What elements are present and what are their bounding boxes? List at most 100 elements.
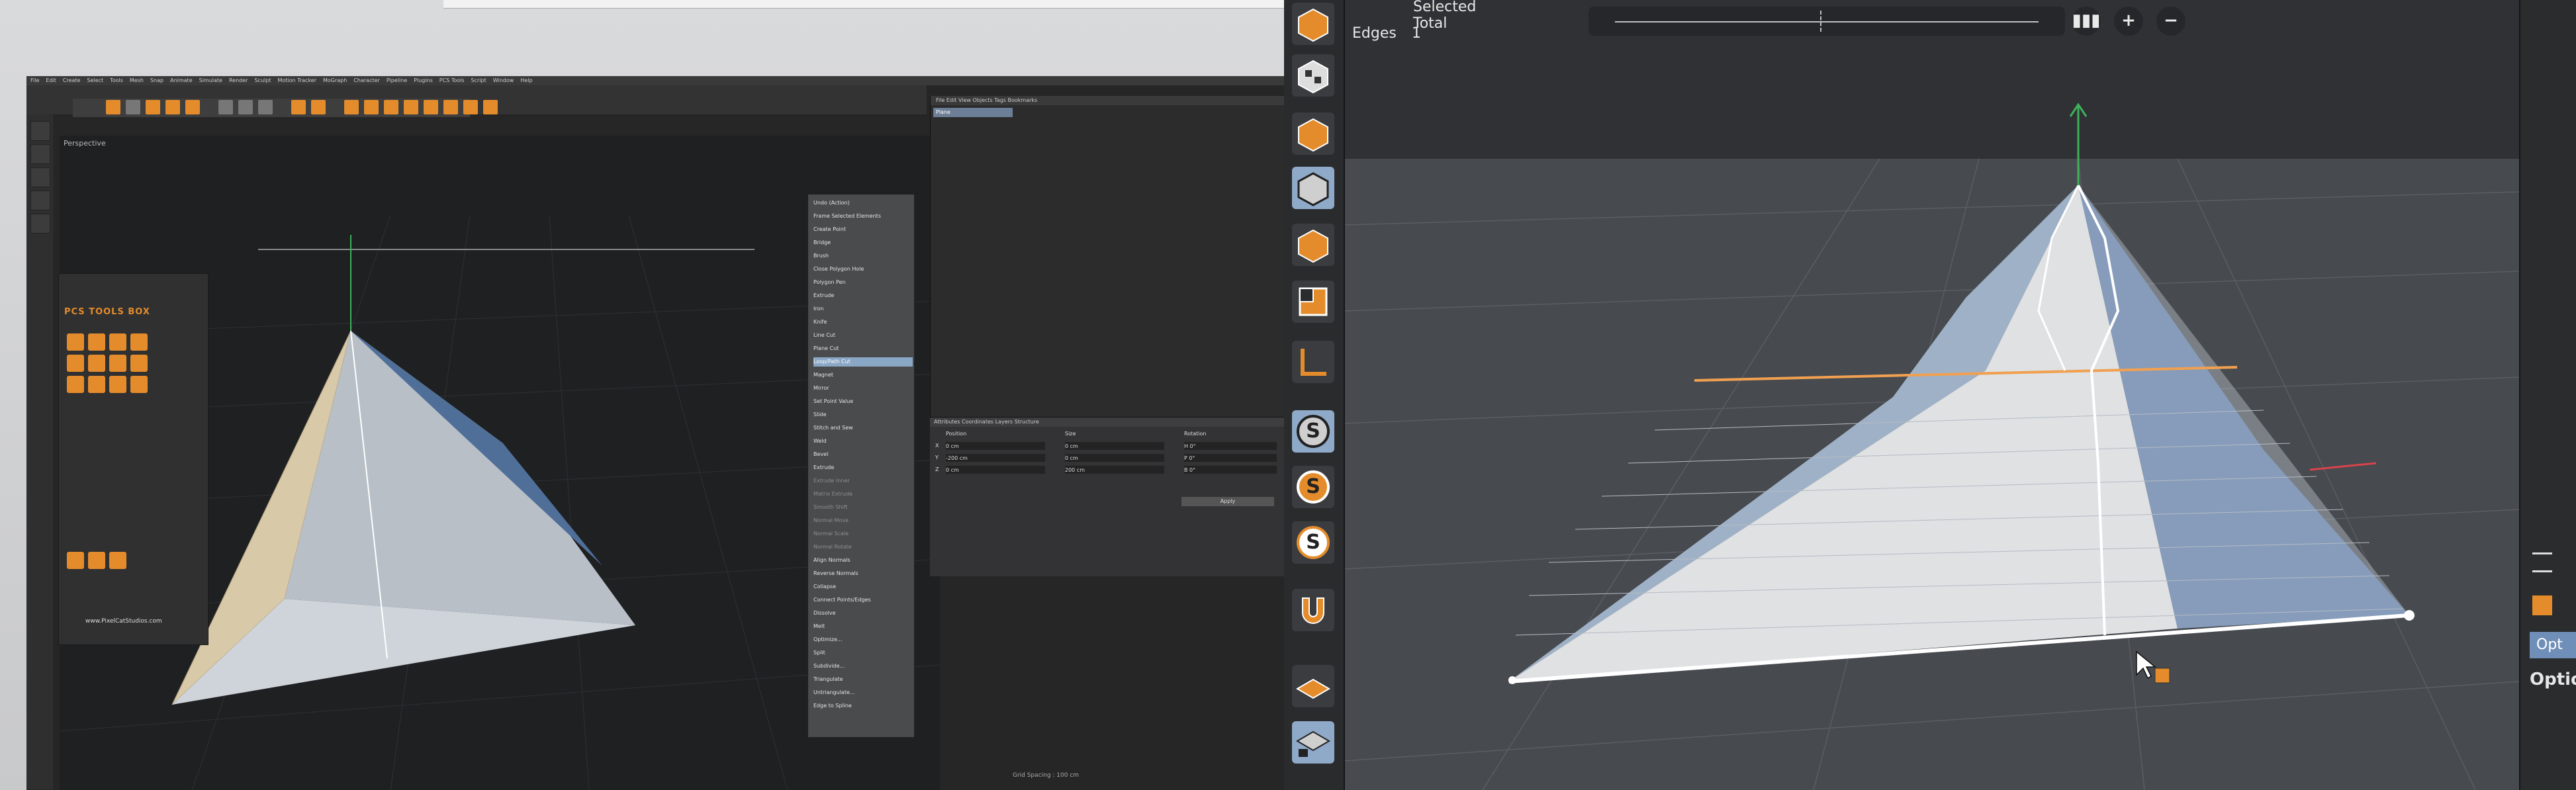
z-axis-icon[interactable] xyxy=(258,100,273,114)
context-menu-item[interactable]: Weld xyxy=(813,437,913,446)
menu-item[interactable]: Create xyxy=(63,77,81,83)
pcs-tool-icon[interactable] xyxy=(130,333,148,351)
menu-item[interactable]: Render xyxy=(229,77,248,83)
add-cut-button[interactable]: + xyxy=(2114,7,2143,36)
model-mode-icon[interactable] xyxy=(1292,3,1334,45)
context-menu-item[interactable]: Triangulate xyxy=(813,675,913,684)
rotation-p-field[interactable]: P 0° xyxy=(1184,454,1277,462)
magnet-icon[interactable] xyxy=(1292,589,1334,631)
menu-item[interactable]: Plugins xyxy=(414,77,433,83)
slider-handle[interactable] xyxy=(1820,11,1823,32)
pen-icon[interactable] xyxy=(364,100,379,114)
position-x-field[interactable]: 0 cm xyxy=(946,442,1045,450)
menu-item[interactable]: Motion Tracker xyxy=(277,77,316,83)
texture-mode-icon[interactable] xyxy=(30,144,50,164)
slider-track[interactable] xyxy=(1615,21,2039,22)
menu-item[interactable]: MoGraph xyxy=(323,77,347,83)
context-menu-item[interactable]: Undo (Action) xyxy=(813,198,913,208)
array-icon[interactable] xyxy=(404,100,418,114)
context-menu-item[interactable]: Connect Points/Edges xyxy=(813,595,913,605)
rotation-b-field[interactable]: B 0° xyxy=(1184,466,1277,474)
polygons-mode-icon[interactable] xyxy=(1292,224,1334,266)
position-z-field[interactable]: 0 cm xyxy=(946,466,1045,474)
menu-item[interactable]: Snap xyxy=(150,77,163,83)
rotation-h-field[interactable]: H 0° xyxy=(1184,442,1277,450)
y-axis-icon[interactable] xyxy=(238,100,253,114)
size-z-field[interactable]: 200 cm xyxy=(1065,466,1164,474)
render-view-icon[interactable] xyxy=(291,100,306,114)
context-menu-item[interactable]: Collapse xyxy=(813,582,913,592)
scale-icon[interactable] xyxy=(165,100,180,114)
cube-icon[interactable] xyxy=(344,100,359,114)
menu-item[interactable]: Pipeline xyxy=(387,77,407,83)
deformer-icon[interactable] xyxy=(424,100,438,114)
context-menu-item[interactable]: Optimize... xyxy=(813,635,913,644)
edge-point[interactable] xyxy=(2404,610,2415,621)
menu-item[interactable]: Help xyxy=(520,77,532,83)
model-mode-icon[interactable] xyxy=(30,121,50,141)
undo-icon[interactable] xyxy=(106,100,120,114)
context-menu-item[interactable]: Normal Rotate xyxy=(813,543,913,552)
pcs-tool-icon[interactable] xyxy=(67,355,84,372)
context-menu-item[interactable]: Create Point xyxy=(813,225,913,234)
snap-icon[interactable]: S xyxy=(1292,466,1334,508)
context-menu-item[interactable]: Close Polygon Hole xyxy=(813,265,913,274)
options-tab[interactable]: Opt xyxy=(2530,632,2576,658)
remove-cut-button[interactable]: − xyxy=(2156,7,2185,36)
pcs-website-link[interactable]: www.PixelCatStudios.com xyxy=(85,618,162,625)
live-select-icon[interactable] xyxy=(126,100,140,114)
size-y-field[interactable]: 0 cm xyxy=(1065,454,1164,462)
workplane-icon[interactable] xyxy=(1292,665,1334,707)
locked-workplane-icon[interactable] xyxy=(1292,721,1334,764)
hamburger-menu-icon[interactable] xyxy=(2532,552,2552,572)
render-pv-icon[interactable] xyxy=(311,100,326,114)
context-menu-item[interactable]: Dissolve xyxy=(813,609,913,618)
context-menu-item[interactable]: Reverse Normals xyxy=(813,569,913,578)
menu-item[interactable]: File xyxy=(30,77,39,83)
context-menu-item[interactable]: Line Cut xyxy=(813,331,913,340)
context-menu-item[interactable]: Brush xyxy=(813,251,913,261)
context-menu-item[interactable]: Extrude xyxy=(813,291,913,300)
texture-mode-icon[interactable] xyxy=(1292,54,1334,97)
points-mode-icon[interactable] xyxy=(1292,112,1334,155)
context-menu-item[interactable]: Extrude Inner xyxy=(813,476,913,486)
context-menu-item[interactable]: Split xyxy=(813,648,913,658)
edge-point[interactable] xyxy=(1508,676,1516,684)
context-menu-item[interactable]: Loop/Path Cut xyxy=(813,357,913,367)
context-menu-item[interactable]: Bevel xyxy=(813,450,913,459)
pcs-tool-icon[interactable] xyxy=(109,552,126,569)
context-menu-item[interactable]: Subdivide... xyxy=(813,662,913,671)
axis-mode-icon[interactable] xyxy=(1292,341,1334,383)
menu-item[interactable]: Simulate xyxy=(199,77,222,83)
apply-button[interactable]: Apply xyxy=(1181,497,1274,506)
position-y-field[interactable]: -200 cm xyxy=(946,454,1045,462)
context-menu-item[interactable]: Melt xyxy=(813,622,913,631)
menu-item[interactable]: Select xyxy=(87,77,103,83)
context-menu-item[interactable]: Extrude xyxy=(813,463,913,472)
move-icon[interactable] xyxy=(146,100,160,114)
slider-mode-button[interactable]: ▮▮▮ xyxy=(2072,7,2101,36)
pcs-tool-icon[interactable] xyxy=(109,333,126,351)
context-menu-item[interactable]: Mirror xyxy=(813,384,913,393)
context-menu-item[interactable]: Normal Move xyxy=(813,516,913,525)
x-axis-icon[interactable] xyxy=(218,100,233,114)
menu-item[interactable]: Sculpt xyxy=(254,77,271,83)
pcs-tool-icon[interactable] xyxy=(88,355,105,372)
context-menu-item[interactable]: Slide xyxy=(813,410,913,419)
context-menu-item[interactable]: Polygon Pen xyxy=(813,278,913,287)
context-menu-item[interactable]: Plane Cut xyxy=(813,344,913,353)
context-menu-item[interactable]: Iron xyxy=(813,304,913,314)
snap-settings-icon[interactable]: S xyxy=(1292,521,1334,564)
menu-item[interactable]: Character xyxy=(353,77,380,83)
uv-mode-icon[interactable] xyxy=(1292,281,1334,323)
snap-selected-icon[interactable]: S xyxy=(1292,410,1334,453)
pcs-tool-icon[interactable] xyxy=(88,333,105,351)
context-menu-item[interactable]: Bridge xyxy=(813,238,913,247)
edges-mode-icon[interactable] xyxy=(1292,167,1334,209)
pcs-tool-icon[interactable] xyxy=(88,376,105,393)
menu-item[interactable]: Mesh xyxy=(130,77,144,83)
menu-item[interactable]: PCS Tools xyxy=(439,77,465,83)
rotate-icon[interactable] xyxy=(185,100,200,114)
subdivision-icon[interactable] xyxy=(384,100,398,114)
menu-item[interactable]: Edit xyxy=(46,77,56,83)
